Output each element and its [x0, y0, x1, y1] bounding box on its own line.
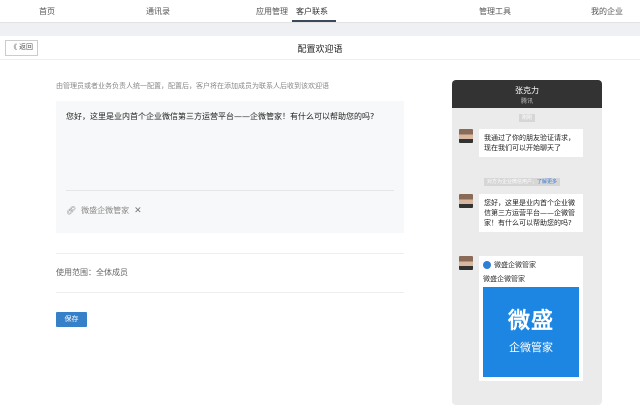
page-title: 配置欢迎语	[297, 45, 343, 55]
chat-preview: 张克力 腾讯 刚刚 我通过了你的朋友验证请求，现在我们可以开始聊天了 对方为企业…	[452, 80, 602, 405]
system-notice: 对方为企业微信用户，了解更多	[484, 178, 561, 186]
remove-attachment-icon[interactable]: ✕	[134, 206, 142, 216]
link-card: 微盛企微管家 微盛企微管家 微盛 企微管家	[479, 256, 583, 381]
divider	[56, 253, 404, 254]
save-button[interactable]: 保存	[56, 312, 87, 327]
avatar	[459, 194, 473, 208]
app-logo-icon	[483, 261, 491, 269]
nav-contacts[interactable]: 通讯录	[146, 6, 170, 17]
learn-more-link[interactable]: 了解更多	[537, 179, 557, 185]
contact-company: 腾讯	[520, 98, 533, 105]
chat-message: 您好，这里是业内首个企业微信第三方运营平台——企微管家！有什么可以帮助您的吗?	[459, 194, 583, 232]
card-source: 微盛企微管家	[494, 261, 536, 269]
link-icon: 🔗︎	[66, 206, 77, 215]
card-image: 微盛 企微管家	[483, 287, 579, 377]
chat-message: 我通过了你的朋友验证请求，现在我们可以开始聊天了	[459, 129, 583, 157]
card-logo-small: 企微管家	[509, 341, 553, 354]
contact-name: 张克力	[515, 86, 539, 95]
divider	[56, 292, 404, 293]
nav-apps[interactable]: 应用管理	[256, 6, 288, 17]
spacer-bar	[0, 23, 640, 36]
page-header: 《 返回 配置欢迎语	[0, 36, 640, 60]
description: 由管理员或者业务负责人统一配置，配置后，客户将在添加成员为联系人后收到该欢迎语	[56, 82, 329, 90]
nav-my-company[interactable]: 我的企业	[591, 6, 623, 17]
nav-home[interactable]: 首页	[39, 6, 55, 17]
message-bubble: 您好，这里是业内首个企业微信第三方运营平台——企微管家！有什么可以帮助您的吗?	[479, 194, 583, 232]
welcome-message-input[interactable]: 您好，这里是业内首个企业微信第三方运营平台——企微管家！有什么可以帮助您的吗?	[66, 111, 396, 123]
notice-text: 对方为企业微信用户，	[487, 179, 538, 185]
avatar	[459, 129, 473, 143]
nav-customer-contact[interactable]: 客户联系	[296, 6, 328, 17]
chat-header: 张克力 腾讯	[452, 80, 602, 108]
attachment: 🔗︎ 微盛企微管家 ✕	[66, 205, 142, 216]
chat-message: 微盛企微管家 微盛企微管家 微盛 企微管家	[459, 256, 583, 381]
card-logo-big: 微盛	[507, 309, 554, 334]
attachment-label: 微盛企微管家	[81, 206, 130, 215]
active-tab-indicator	[292, 20, 336, 22]
message-bubble: 我通过了你的朋友验证请求，现在我们可以开始聊天了	[479, 129, 583, 157]
avatar	[459, 256, 473, 270]
top-nav: 首页 通讯录 应用管理 客户联系 管理工具 我的企业	[0, 0, 640, 23]
usage-scope[interactable]: 使用范围：全体成员	[56, 267, 128, 278]
card-title: 微盛企微管家	[483, 275, 525, 283]
timestamp: 刚刚	[519, 114, 536, 122]
nav-tools[interactable]: 管理工具	[479, 6, 511, 17]
divider	[66, 190, 394, 191]
welcome-editor[interactable]: 您好，这里是业内首个企业微信第三方运营平台——企微管家！有什么可以帮助您的吗? …	[56, 101, 404, 233]
